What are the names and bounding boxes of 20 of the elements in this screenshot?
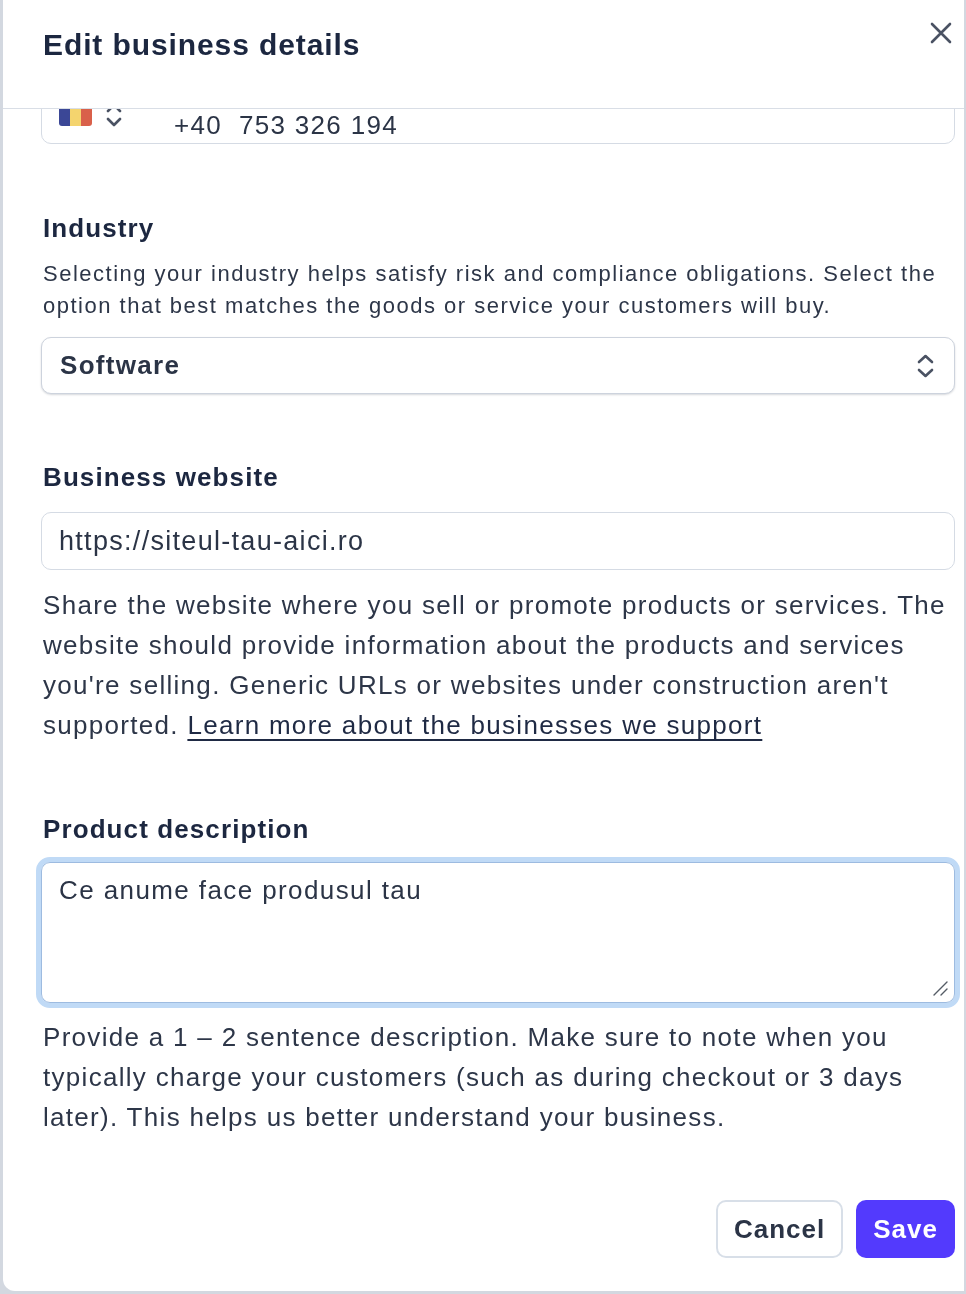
selector-icon (105, 109, 123, 127)
save-button[interactable]: Save (856, 1200, 955, 1258)
cancel-button[interactable]: Cancel (716, 1200, 844, 1258)
field-label: Product description (42, 813, 311, 845)
field-label: Industry (42, 212, 156, 244)
selector-icon (916, 352, 935, 379)
phone-field[interactable]: +40 753 326 194 (41, 109, 955, 144)
dialog-title: Edit business details (43, 27, 361, 63)
industry-select[interactable]: Software (41, 337, 955, 394)
learn-more-link[interactable]: Learn more about the businesses we support (187, 710, 763, 740)
close-icon (929, 21, 953, 45)
website-field[interactable]: https://siteul-tau-aici.ro (41, 512, 955, 570)
resize-handle-icon[interactable] (933, 981, 948, 996)
description-field[interactable]: Ce anume face produsul tau (36, 857, 960, 1008)
field-label: Business website (42, 461, 280, 493)
field-description: Selecting your industry helps satisfy risk and compliance obligations. Select the option that best matches the goods or service your customers will buy. (42, 260, 938, 320)
flag-icon (59, 109, 92, 126)
help-text: Provide a 1 – 2 sentence description. Make sure to note when you typically charge your customers (such as during checkout or 3 days later). This helps us better understand your business. (42, 1021, 905, 1134)
help-text: Share the website where you sell or promote products or services. The website should provide information about the products and services you're selling. Generic URLs or websites under construction aren't supported. Learn more about the businesses we support (42, 589, 947, 742)
close-button[interactable] (929, 21, 953, 45)
